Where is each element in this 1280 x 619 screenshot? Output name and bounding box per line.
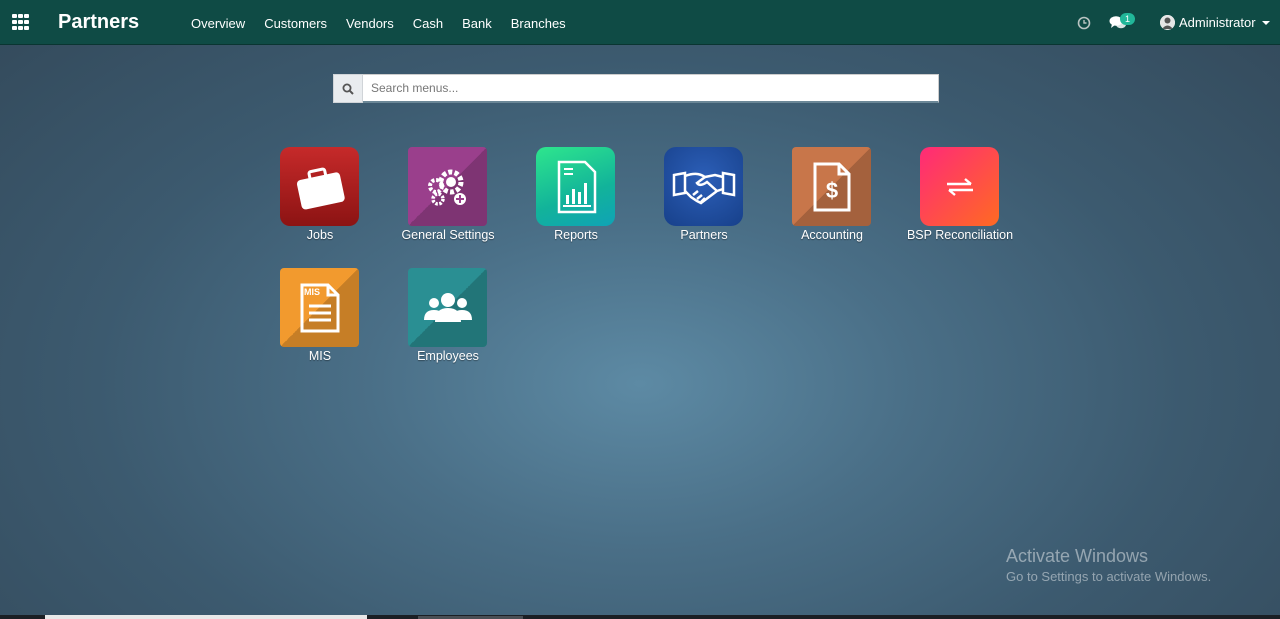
menu-search-bar bbox=[333, 74, 939, 103]
invoice-dollar-icon: $ bbox=[813, 162, 850, 211]
apps-grid-icon[interactable] bbox=[12, 14, 30, 30]
main-menu: Overview Customers Vendors Cash Bank Bra… bbox=[191, 16, 585, 31]
app-icon-tile bbox=[408, 268, 487, 347]
windows-activation-title: Activate Windows bbox=[1006, 546, 1149, 566]
briefcase-icon bbox=[296, 167, 345, 209]
app-partners[interactable]: Partners bbox=[640, 147, 768, 257]
menu-item-cash[interactable]: Cash bbox=[413, 16, 443, 31]
app-label: Accounting bbox=[801, 228, 863, 242]
app-employees[interactable]: Employees bbox=[384, 268, 512, 378]
menu-item-customers[interactable]: Customers bbox=[264, 16, 327, 31]
windows-activation-subtitle: Go to Settings to activate Windows. bbox=[1006, 569, 1212, 584]
app-label: Employees bbox=[417, 349, 479, 363]
users-icon bbox=[423, 292, 472, 322]
app-brand-title[interactable]: Partners bbox=[58, 11, 139, 34]
app-general-settings[interactable]: General Settings bbox=[384, 147, 512, 257]
app-icon-tile bbox=[664, 147, 743, 226]
app-icon-tile: MIS bbox=[280, 268, 359, 347]
user-name: Administrator bbox=[1179, 15, 1256, 30]
app-label: MIS bbox=[308, 349, 332, 363]
top-navbar: Partners Overview Customers Vendors Cash… bbox=[0, 0, 1280, 45]
app-bsp-reconciliation[interactable]: BSP Reconciliation bbox=[896, 147, 1024, 257]
menu-item-branches[interactable]: Branches bbox=[511, 16, 566, 31]
svg-text:$: $ bbox=[825, 178, 837, 203]
handshake-icon bbox=[672, 171, 735, 204]
app-label: General Settings bbox=[401, 228, 495, 242]
mis-document-icon: MIS bbox=[300, 283, 339, 332]
report-chart-icon bbox=[557, 160, 596, 213]
app-label: Jobs bbox=[306, 228, 334, 242]
app-label: BSP Reconciliation bbox=[906, 228, 1014, 242]
avatar bbox=[1160, 15, 1175, 30]
chat-count-badge: 1 bbox=[1120, 13, 1135, 25]
app-icon-tile bbox=[536, 147, 615, 226]
app-accounting[interactable]: $ Accounting bbox=[768, 147, 896, 257]
app-label: Partners bbox=[680, 228, 728, 242]
app-label: Reports bbox=[554, 228, 598, 242]
menu-item-bank[interactable]: Bank bbox=[462, 16, 492, 31]
exchange-arrows-icon bbox=[946, 177, 973, 196]
menu-item-vendors[interactable]: Vendors bbox=[346, 16, 394, 31]
app-jobs[interactable]: Jobs bbox=[256, 147, 384, 257]
app-mis[interactable]: MIS MIS bbox=[256, 268, 384, 378]
bottom-scrollbar-thumb[interactable] bbox=[45, 615, 367, 619]
app-icon-tile: $ bbox=[792, 147, 871, 226]
app-icon-tile bbox=[408, 147, 487, 226]
clock-icon[interactable] bbox=[1077, 16, 1091, 30]
user-avatar-icon bbox=[1160, 15, 1175, 30]
menu-item-overview[interactable]: Overview bbox=[191, 16, 245, 31]
svg-text:MIS: MIS bbox=[304, 287, 320, 297]
caret-down-icon bbox=[1261, 20, 1270, 25]
user-menu-dropdown[interactable]: Administrator bbox=[1160, 15, 1270, 30]
app-icon-tile bbox=[280, 147, 359, 226]
search-icon[interactable] bbox=[333, 74, 363, 103]
search-input[interactable] bbox=[363, 74, 939, 103]
app-icon-tile bbox=[920, 147, 999, 226]
gears-icon bbox=[427, 169, 466, 206]
app-reports[interactable]: Reports bbox=[512, 147, 640, 257]
